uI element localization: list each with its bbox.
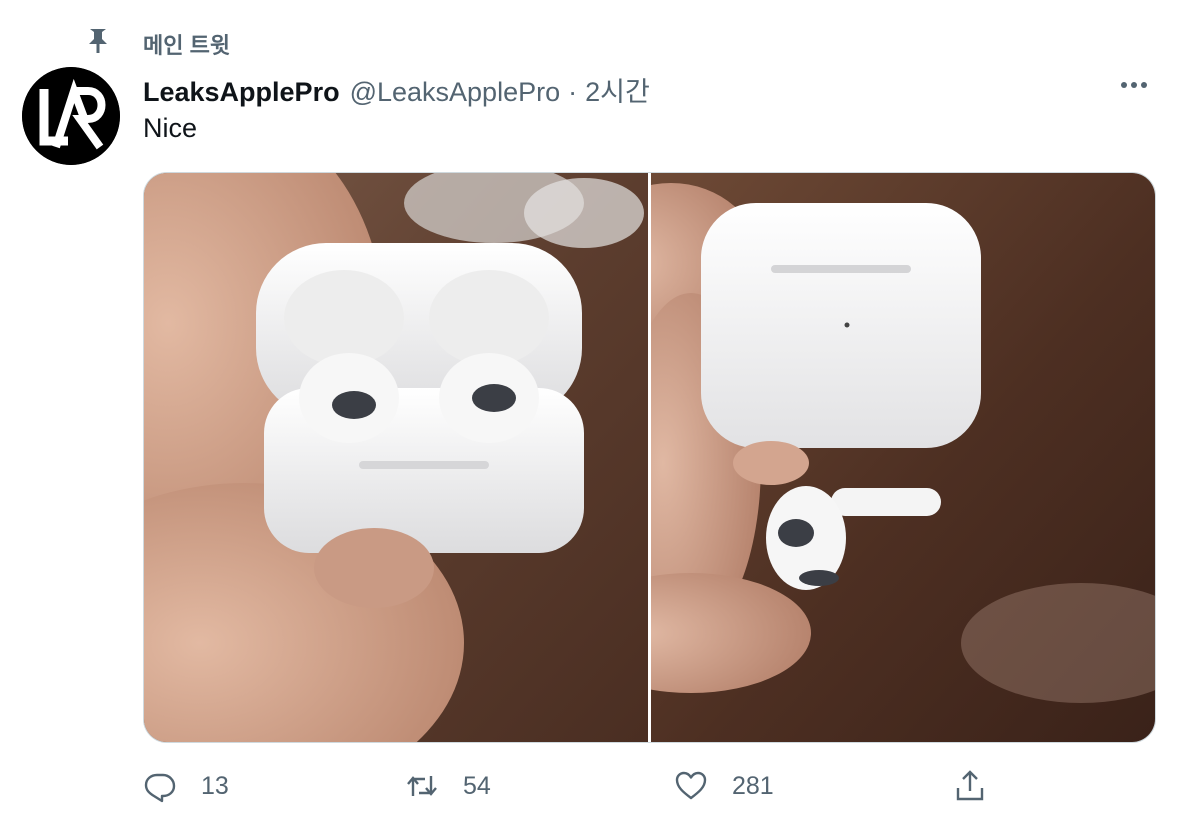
like-button[interactable]: 281 (674, 760, 774, 812)
retweet-button[interactable]: 54 (405, 760, 491, 812)
pinned-indicator: 메인 트윗 (84, 22, 230, 58)
heart-icon (674, 769, 708, 803)
separator: · (568, 77, 578, 107)
reply-icon (143, 769, 177, 803)
share-button[interactable] (953, 760, 987, 812)
reply-button[interactable]: 13 (143, 760, 229, 812)
tweet-text: Nice (143, 113, 198, 143)
user-handle[interactable]: @LeaksApplePro (350, 77, 561, 108)
tweet-actions: 13 54 281 (143, 760, 1023, 812)
retweet-icon (405, 769, 439, 803)
media-photo-2[interactable] (651, 173, 1155, 742)
lap-logo (22, 67, 120, 165)
avatar[interactable] (22, 67, 120, 165)
pin-icon (84, 26, 112, 54)
media-photo-1[interactable] (144, 173, 648, 742)
timestamp[interactable]: 2시간 (585, 70, 650, 109)
tweet-header: LeaksApplePro @LeaksApplePro · 2시간 (143, 70, 650, 107)
photo-open-case (144, 173, 648, 742)
tweet-media[interactable] (143, 172, 1156, 743)
photo-closed-case (651, 173, 1155, 742)
display-name[interactable]: LeaksApplePro (143, 77, 340, 108)
more-options-button[interactable] (1114, 72, 1154, 98)
share-icon (953, 769, 987, 803)
more-dot (1141, 82, 1147, 88)
pinned-label: 메인 트윗 (143, 33, 231, 58)
more-dot (1131, 82, 1137, 88)
retweet-count: 54 (463, 771, 491, 800)
like-count: 281 (732, 771, 774, 800)
more-dot (1121, 82, 1127, 88)
reply-count: 13 (201, 771, 229, 800)
